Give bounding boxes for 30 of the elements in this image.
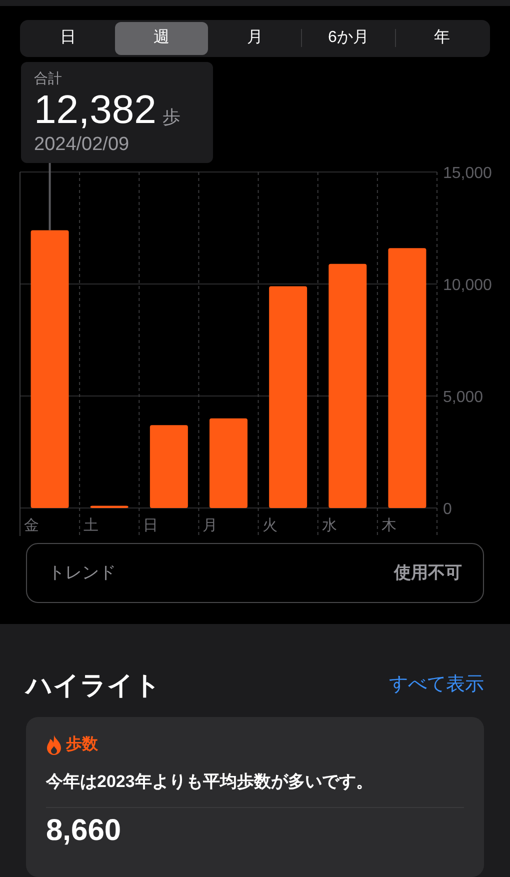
leader-line <box>48 162 51 230</box>
summary-label: 合計 <box>34 68 63 88</box>
tab[interactable]: 年 <box>396 22 488 55</box>
flame-icon <box>46 735 62 755</box>
trend-label: トレンド <box>48 562 116 584</box>
section-title: ハイライト <box>26 669 161 702</box>
tab[interactable]: 週 <box>115 22 208 55</box>
axis-label: 土 <box>84 516 99 534</box>
bar <box>90 505 128 508</box>
trend-value: 使用不可 <box>394 562 462 584</box>
tab[interactable]: 月 <box>208 22 302 55</box>
axis-label: 15,000 <box>443 164 492 182</box>
highlight-text: 今年は2023年よりも平均歩数が多いです。 <box>46 771 374 793</box>
tab[interactable]: 日 <box>22 22 114 55</box>
axis-label: 0 <box>443 500 452 518</box>
axis-label: 水 <box>322 516 337 534</box>
axis-label: 10,000 <box>443 276 492 294</box>
summary-date: 2024/02/09 <box>34 132 130 157</box>
axis-label: 5,000 <box>443 388 484 406</box>
axis-label: 日 <box>143 516 158 534</box>
axis-label: 月 <box>202 516 218 534</box>
summary-value: 12,382 <box>34 88 156 132</box>
summary-unit: 歩 <box>162 106 180 129</box>
show-all-link[interactable]: すべて表示 <box>389 671 484 700</box>
highlight-value: 8,660 <box>46 814 122 848</box>
axis-label: 木 <box>381 516 396 534</box>
tab[interactable]: 6か月 <box>302 22 395 55</box>
axis-label: 金 <box>24 516 39 534</box>
axis-label: 火 <box>262 516 278 534</box>
highlight-category: 歩数 <box>66 734 98 755</box>
